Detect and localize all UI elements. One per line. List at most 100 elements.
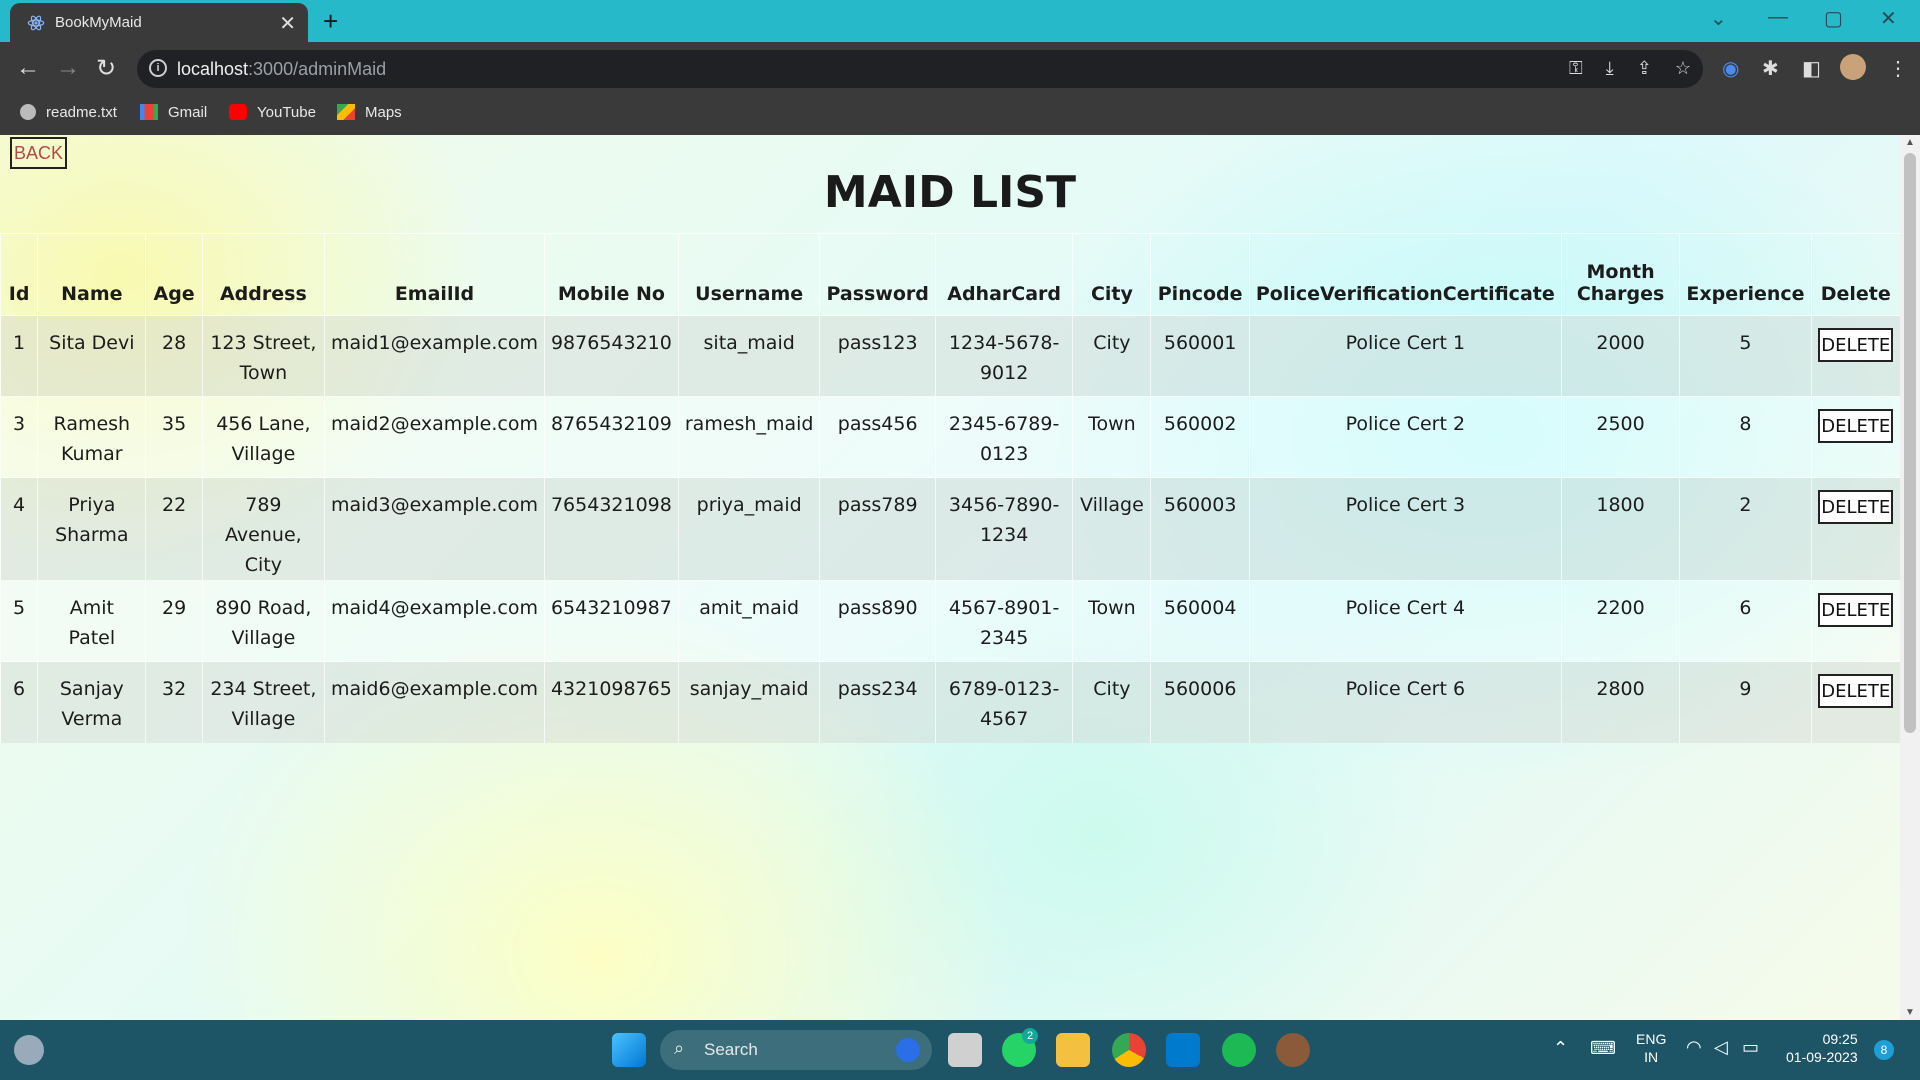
cell-pincode: 560004 [1150, 580, 1250, 662]
bookmark-maps[interactable]: Maps [337, 104, 402, 121]
close-window-icon[interactable]: ✕ [1880, 6, 1897, 31]
app-gear-icon[interactable] [1276, 1033, 1310, 1067]
keyboard-icon[interactable]: ⌨ [1590, 1038, 1616, 1059]
cell-pincode: 560002 [1150, 396, 1250, 478]
browser-toolbar: ← → ↻ i localhost:3000/adminMaid ⚿ ⤓ ⇪ ☆… [0, 42, 1920, 95]
cell-city: City [1072, 661, 1151, 743]
bookmark-gmail[interactable]: Gmail [140, 104, 207, 121]
site-info-icon[interactable]: i [149, 59, 167, 77]
whatsapp-badge: 2 [1022, 1028, 1038, 1044]
language-indicator[interactable]: ENG IN [1636, 1030, 1666, 1066]
column-header: Pincode [1150, 233, 1250, 316]
clock-time: 09:25 [1822, 1031, 1858, 1047]
cell-adhar: 4567-8901-2345 [934, 580, 1073, 662]
cell-city: Town [1072, 396, 1151, 478]
cell-city: City [1072, 315, 1151, 397]
extension-circle-icon[interactable]: ◉ [1722, 56, 1739, 81]
puzzle-icon[interactable]: ✱ [1762, 56, 1779, 81]
maximize-icon[interactable]: ▢ [1824, 6, 1843, 31]
cell-id: 6 [0, 661, 38, 743]
cell-delete: DELETE [1810, 315, 1900, 397]
taskbar-search[interactable]: ⌕ Search [660, 1030, 932, 1070]
notification-badge[interactable]: 8 [1874, 1040, 1894, 1060]
table-row: 1 Sita Devi 28 123 Street, Town maid1@exampl… [0, 315, 1900, 397]
tab-search-icon[interactable]: ⌄ [1710, 6, 1727, 31]
cell-address: 456 Lane, Village [201, 396, 325, 478]
delete-button[interactable]: DELETE [1818, 328, 1894, 362]
cell-password: pass789 [819, 477, 936, 581]
table-row: 6 Sanjay Verma 32 234 Street, Village maid6@… [0, 661, 1900, 743]
scrollbar[interactable]: ▲ ▼ [1900, 135, 1920, 1020]
file-explorer-icon[interactable] [1056, 1033, 1090, 1067]
page-title: MAID LIST [823, 167, 1077, 218]
column-header: Id [0, 233, 38, 316]
chevron-up-icon[interactable]: ⌃ [1553, 1038, 1568, 1059]
lang-bottom: IN [1644, 1049, 1659, 1065]
cell-id: 1 [0, 315, 38, 397]
weather-icon[interactable] [14, 1035, 44, 1065]
scroll-up-icon[interactable]: ▲ [1905, 137, 1915, 148]
cell-email: maid4@example.com [323, 580, 545, 662]
menu-dots-icon[interactable]: ⋮ [1888, 56, 1908, 81]
cell-adhar: 3456-7890-1234 [934, 477, 1073, 581]
cell-email: maid1@example.com [323, 315, 545, 397]
scroll-down-icon[interactable]: ▼ [1905, 1007, 1915, 1018]
browser-tab[interactable]: BookMyMaid ✕ [10, 3, 308, 42]
install-icon[interactable]: ⤓ [1606, 58, 1614, 78]
delete-button[interactable]: DELETE [1818, 593, 1894, 627]
cell-experience: 6 [1679, 580, 1812, 662]
url-text[interactable]: localhost:3000/adminMaid [177, 59, 386, 80]
share-icon[interactable]: ⇪ [1637, 58, 1652, 78]
clock[interactable]: 09:25 01-09-2023 [1786, 1030, 1858, 1066]
cell-username: amit_maid [677, 580, 820, 662]
windows-start-icon[interactable] [612, 1033, 646, 1067]
vscode-icon[interactable] [1166, 1033, 1200, 1067]
bookmark-readme[interactable]: readme.txt [20, 104, 117, 121]
address-bar[interactable]: i localhost:3000/adminMaid ⚿ ⤓ ⇪ ☆ [137, 50, 1703, 88]
scrollbar-thumb[interactable] [1904, 153, 1916, 733]
spotify-icon[interactable] [1222, 1033, 1256, 1067]
search-icon: ⌕ [674, 1038, 685, 1058]
cell-email: maid2@example.com [323, 396, 545, 478]
new-tab-button[interactable]: + [323, 6, 338, 37]
column-header: Delete [1810, 233, 1900, 316]
column-header: Address [201, 233, 325, 316]
cell-age: 29 [145, 580, 203, 662]
side-panel-icon[interactable]: ◧ [1802, 56, 1821, 81]
back-arrow-icon[interactable]: ← [16, 54, 40, 82]
column-header: EmailId [323, 233, 545, 316]
cell-city: Village [1072, 477, 1151, 581]
forward-arrow-icon[interactable]: → [56, 54, 80, 82]
column-header: PoliceVerificationCertificate [1248, 233, 1562, 316]
cell-age: 28 [145, 315, 203, 397]
minimize-icon[interactable]: — [1768, 6, 1788, 29]
table-row: 5 Amit Patel 29 890 Road, Village maid4@exam… [0, 580, 1900, 662]
chrome-icon[interactable] [1112, 1033, 1146, 1067]
bookmark-youtube[interactable]: YouTube [229, 104, 316, 121]
delete-button[interactable]: DELETE [1818, 409, 1894, 443]
battery-icon[interactable]: ▭ [1742, 1037, 1759, 1058]
clock-date: 01-09-2023 [1786, 1049, 1858, 1065]
cell-experience: 9 [1679, 661, 1812, 743]
cell-pincode: 560003 [1150, 477, 1250, 581]
key-icon[interactable]: ⚿ [1569, 58, 1583, 78]
cell-mobile: 8765432109 [543, 396, 679, 478]
url-host: localhost [177, 59, 249, 79]
delete-button[interactable]: DELETE [1818, 674, 1894, 708]
maid-table: Id Name Age Address EmailId Mobile No Us… [0, 233, 1900, 743]
reload-icon[interactable]: ↻ [96, 54, 116, 83]
delete-button[interactable]: DELETE [1818, 490, 1894, 524]
lang-top: ENG [1636, 1031, 1667, 1047]
tab-close-icon[interactable]: ✕ [279, 11, 296, 36]
profile-avatar[interactable] [1840, 54, 1866, 80]
volume-icon[interactable]: ◁ [1714, 1037, 1728, 1058]
task-view-icon[interactable] [948, 1033, 982, 1067]
star-icon[interactable]: ☆ [1675, 58, 1691, 78]
column-header: AdharCard [934, 233, 1073, 316]
cell-adhar: 2345-6789-0123 [934, 396, 1073, 478]
cell-police: Police Cert 6 [1248, 661, 1562, 743]
back-button[interactable]: BACK [10, 137, 68, 169]
cell-charges: 1800 [1560, 477, 1680, 581]
gmail-icon [140, 104, 158, 120]
wifi-icon[interactable]: ◠ [1686, 1037, 1702, 1058]
